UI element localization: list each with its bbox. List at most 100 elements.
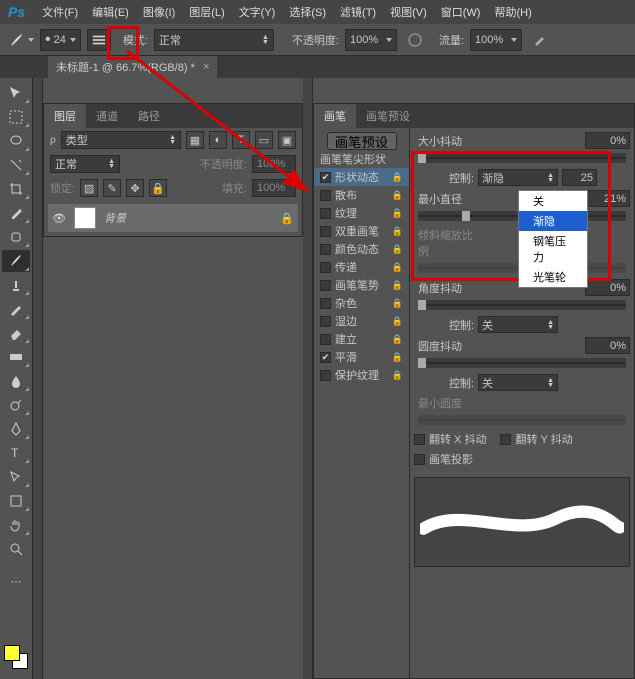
brush-preset-button[interactable]: 画笔预设 <box>327 132 397 150</box>
tool-lasso[interactable] <box>2 130 30 152</box>
airbrush-icon[interactable] <box>532 28 548 52</box>
lock-trans-icon[interactable]: ▨ <box>80 179 98 197</box>
tool-stamp[interactable] <box>2 274 30 296</box>
angle-jitter-value[interactable]: 0% <box>585 279 630 296</box>
brush-option-checkbox[interactable] <box>320 370 331 381</box>
brush-option-9[interactable]: 建立🔒 <box>314 330 409 348</box>
tab-channels[interactable]: 通道 <box>86 104 128 128</box>
menu-file[interactable]: 文件(F) <box>35 0 85 24</box>
brush-option-checkbox[interactable] <box>320 226 331 237</box>
brush-option-6[interactable]: 画笔笔势🔒 <box>314 276 409 294</box>
tab-brush[interactable]: 画笔 <box>314 104 356 128</box>
brush-option-4[interactable]: 颜色动态🔒 <box>314 240 409 258</box>
lock-paint-icon[interactable]: ✎ <box>103 179 121 197</box>
tool-type[interactable]: T <box>2 442 30 464</box>
tool-marquee[interactable] <box>2 106 30 128</box>
tool-crop[interactable] <box>2 178 30 200</box>
filter-type-icon[interactable]: T <box>232 131 250 149</box>
tool-history-brush[interactable] <box>2 298 30 320</box>
brush-option-checkbox[interactable] <box>320 262 331 273</box>
layer-opacity-input[interactable]: 100% <box>252 155 296 173</box>
layer-row[interactable]: 👁 背景 🔒 <box>48 204 298 232</box>
menu-window[interactable]: 窗口(W) <box>434 0 488 24</box>
tab-paths[interactable]: 路径 <box>128 104 170 128</box>
tool-brush[interactable] <box>2 250 30 272</box>
menu-image[interactable]: 图像(I) <box>136 0 182 24</box>
tool-edit-toolbar[interactable]: ⋯ <box>2 570 30 592</box>
lock-all-icon[interactable]: 🔒 <box>149 179 167 197</box>
filter-adjust-icon[interactable]: ◐ <box>209 131 227 149</box>
brush-option-checkbox[interactable] <box>320 208 331 219</box>
eye-icon[interactable]: 👁 <box>52 212 66 225</box>
roundness-jitter-value[interactable]: 0% <box>585 337 630 354</box>
menu-filter[interactable]: 滤镜(T) <box>333 0 383 24</box>
filter-shape-icon[interactable]: ▭ <box>255 131 273 149</box>
brush-option-11[interactable]: 保护纹理🔒 <box>314 366 409 384</box>
dropdown-option-off[interactable]: 关 <box>519 191 587 211</box>
layer-thumbnail[interactable] <box>74 207 96 229</box>
brush-option-3[interactable]: 双重画笔🔒 <box>314 222 409 240</box>
brush-option-5[interactable]: 传递🔒 <box>314 258 409 276</box>
brush-option-checkbox[interactable] <box>320 190 331 201</box>
tool-hand[interactable] <box>2 514 30 536</box>
brush-size-picker[interactable]: • 24 <box>40 29 81 51</box>
filter-pixel-icon[interactable]: ▦ <box>186 131 204 149</box>
layer-kind-filter[interactable]: 类型 ▲▼ <box>61 131 181 149</box>
tab-layers[interactable]: 图层 <box>44 104 86 128</box>
menu-layer[interactable]: 图层(L) <box>182 0 231 24</box>
brush-option-2[interactable]: 纹理🔒 <box>314 204 409 222</box>
tool-preset[interactable] <box>8 28 34 52</box>
size-jitter-value[interactable]: 0% <box>585 132 630 149</box>
tab-close-icon[interactable]: × <box>203 61 209 73</box>
blend-mode-select[interactable]: 正常 ▲▼ <box>50 155 120 173</box>
control-select-2[interactable]: 关 ▲▼ <box>478 316 558 333</box>
layer-fill-input[interactable]: 100% <box>252 179 296 197</box>
tool-pen[interactable] <box>2 418 30 440</box>
tool-move[interactable] <box>2 82 30 104</box>
fg-color-swatch[interactable] <box>4 645 20 661</box>
brush-option-8[interactable]: 湿边🔒 <box>314 312 409 330</box>
pressure-opacity-icon[interactable] <box>407 28 423 52</box>
tool-eraser[interactable] <box>2 322 30 344</box>
tool-dodge[interactable] <box>2 394 30 416</box>
menu-select[interactable]: 选择(S) <box>282 0 333 24</box>
brush-option-checkbox[interactable] <box>320 298 331 309</box>
brush-tip-shape[interactable]: 画笔笔尖形状 <box>314 150 409 168</box>
tool-blur[interactable] <box>2 370 30 392</box>
brush-option-checkbox[interactable] <box>320 280 331 291</box>
control-select-3[interactable]: 关 ▲▼ <box>478 374 558 391</box>
tool-heal[interactable] <box>2 226 30 248</box>
dropdown-option-pen-pressure[interactable]: 钢笔压力 <box>519 231 587 267</box>
opacity-input[interactable]: 100% <box>345 29 397 51</box>
dropdown-option-fade[interactable]: 渐隐 <box>519 211 587 231</box>
tool-path-select[interactable] <box>2 466 30 488</box>
mode-select[interactable]: 正常 ▲▼ <box>154 29 274 51</box>
menu-help[interactable]: 帮助(H) <box>487 0 538 24</box>
layer-name[interactable]: 背景 <box>104 210 126 226</box>
brush-projection-checkbox[interactable]: 画笔投影 <box>414 451 473 467</box>
flip-y-checkbox[interactable]: 翻转 Y 抖动 <box>500 431 572 447</box>
tool-shape[interactable] <box>2 490 30 512</box>
angle-jitter-slider[interactable] <box>418 300 626 310</box>
brush-option-1[interactable]: 散布🔒 <box>314 186 409 204</box>
color-swatches[interactable] <box>2 643 30 671</box>
menu-type[interactable]: 文字(Y) <box>232 0 283 24</box>
tool-gradient[interactable] <box>2 346 30 368</box>
brush-option-checkbox[interactable] <box>320 352 331 363</box>
roundness-jitter-slider[interactable] <box>418 358 626 368</box>
menu-edit[interactable]: 编辑(E) <box>85 0 136 24</box>
brush-option-10[interactable]: 平滑🔒 <box>314 348 409 366</box>
brush-option-checkbox[interactable] <box>320 334 331 345</box>
flow-input[interactable]: 100% <box>470 29 522 51</box>
brush-option-0[interactable]: 形状动态🔒 <box>314 168 409 186</box>
brush-option-checkbox[interactable] <box>320 172 331 183</box>
flip-x-checkbox[interactable]: 翻转 X 抖动 <box>414 431 486 447</box>
tab-brush-presets[interactable]: 画笔预设 <box>356 104 420 128</box>
brush-option-checkbox[interactable] <box>320 244 331 255</box>
filter-smart-icon[interactable]: ▣ <box>278 131 296 149</box>
dropdown-option-stylus-wheel[interactable]: 光笔轮 <box>519 267 587 287</box>
tool-zoom[interactable] <box>2 538 30 560</box>
tool-eyedropper[interactable] <box>2 202 30 224</box>
control-dropdown-menu[interactable]: 关 渐隐 钢笔压力 光笔轮 <box>518 190 588 288</box>
brush-option-checkbox[interactable] <box>320 316 331 327</box>
